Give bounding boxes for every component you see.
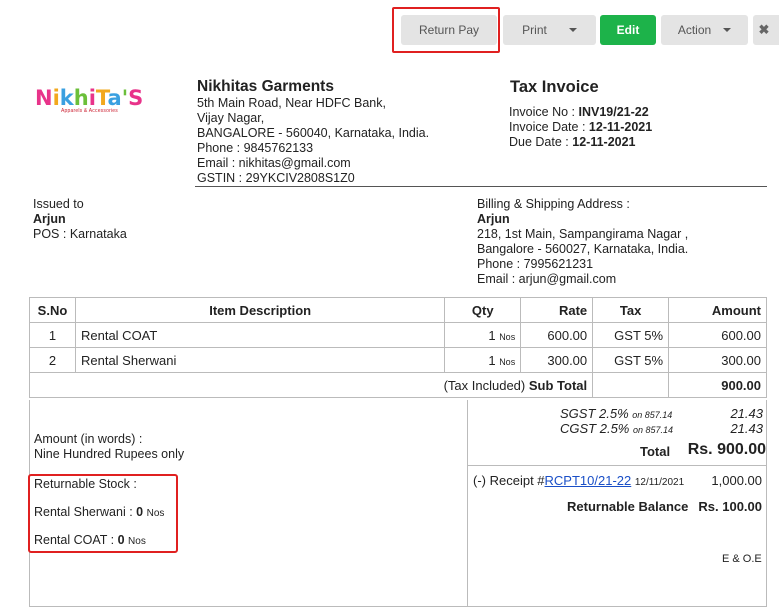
- company-address-1: 5th Main Road, Near HDFC Bank,: [197, 96, 386, 110]
- header-rate: Rate: [520, 297, 594, 323]
- subtotal-label: (Tax Included) Sub Total: [28, 372, 594, 398]
- return-pay-highlight: [392, 7, 500, 53]
- row-description: Rental Sherwani: [74, 347, 446, 373]
- company-phone: Phone : 9845762133: [197, 141, 314, 155]
- cgst-label: CGST 2.5% on 857.14: [560, 421, 674, 436]
- row-sno: 2: [29, 347, 76, 373]
- company-email: Email : nikhitas@gmail.com: [197, 156, 351, 170]
- receipt-line: (-) Receipt #RCPT10/21-22 12/11/2021: [473, 473, 685, 488]
- subtotal-empty: [592, 372, 670, 398]
- table-row: 2 Rental Sherwani 1 Nos 300.00 GST 5% 30…: [29, 347, 767, 373]
- company-gstin: GSTIN : 29YKCIV2808S1Z0: [197, 171, 355, 185]
- chevron-down-icon: [723, 28, 732, 32]
- billing-address-2: Bangalore - 560027, Karnataka, India.: [477, 242, 689, 256]
- receipt-amount: 1,000.00: [711, 473, 762, 488]
- row-qty: 1 Nos: [444, 322, 522, 348]
- row-amount: 300.00: [668, 347, 767, 373]
- close-icon: ✖: [758, 22, 770, 37]
- billing-email: Email : arjun@gmail.com: [477, 272, 617, 286]
- billing-address-1: 218, 1st Main, Sampangirama Nagar ,: [477, 227, 689, 241]
- sgst-value: 21.43: [730, 406, 763, 421]
- subtotal-value: 900.00: [668, 372, 767, 398]
- header-amount: Amount: [668, 297, 767, 323]
- issued-to-pos: POS : Karnataka: [33, 227, 127, 241]
- total-label: Total: [640, 444, 671, 459]
- header-sno: S.No: [29, 297, 76, 323]
- row-qty: 1 Nos: [444, 347, 522, 373]
- issued-to-label: Issued to: [33, 197, 84, 211]
- bottom-divider: [29, 606, 767, 607]
- billing-label: Billing & Shipping Address :: [477, 197, 630, 211]
- chevron-down-icon: [568, 28, 577, 32]
- returnable-balance-value: Rs. 100.00: [698, 499, 762, 514]
- row-sno: 1: [29, 322, 76, 348]
- invoice-title: Tax Invoice: [510, 78, 599, 96]
- table-header-row: S.No Item Description Qty Rate Tax Amoun…: [29, 297, 767, 323]
- action-button[interactable]: Action: [661, 15, 748, 45]
- row-description: Rental COAT: [74, 322, 446, 348]
- close-button[interactable]: ✖: [753, 15, 779, 45]
- print-label: Print: [522, 23, 547, 37]
- total-value: Rs. 900.00: [687, 441, 766, 458]
- eoe-note: E & O.E: [722, 553, 762, 565]
- invoice-date: Invoice Date : 12-11-2021: [509, 120, 653, 134]
- issued-to-name: Arjun: [33, 212, 66, 226]
- returnable-balance-label: Returnable Balance: [567, 499, 689, 514]
- row-tax: GST 5%: [592, 322, 670, 348]
- returnable-stock-title: Returnable Stock :: [34, 477, 137, 491]
- cgst-value: 21.43: [730, 421, 763, 436]
- header-qty: Qty: [444, 297, 522, 323]
- header-divider: [195, 186, 767, 187]
- row-amount: 600.00: [668, 322, 767, 348]
- header-tax: Tax: [592, 297, 670, 323]
- edit-button[interactable]: Edit: [600, 15, 656, 45]
- row-tax: GST 5%: [592, 347, 670, 373]
- returnable-item-coat: Rental COAT : 0 Nos: [34, 533, 146, 547]
- header-description: Item Description: [74, 297, 446, 323]
- table-row: 1 Rental COAT 1 Nos 600.00 GST 5% 600.00: [29, 322, 767, 348]
- row-rate: 600.00: [520, 322, 594, 348]
- print-button[interactable]: Print: [503, 15, 596, 45]
- receipt-link[interactable]: RCPT10/21-22: [545, 473, 632, 488]
- invoice-number: Invoice No : INV19/21-22: [509, 105, 649, 119]
- amount-words-label: Amount (in words) :: [34, 432, 143, 446]
- company-address-3: BANGALORE - 560040, Karnataka, India.: [197, 126, 430, 140]
- receipt-divider: [467, 465, 767, 466]
- company-name: Nikhitas Garments: [197, 78, 334, 95]
- amount-words-value: Nine Hundred Rupees only: [34, 447, 185, 461]
- items-table: S.No Item Description Qty Rate Tax Amoun…: [28, 297, 767, 398]
- company-logo: NikhiTa'S Apparels & Accessories: [35, 85, 153, 117]
- subtotal-row: (Tax Included) Sub Total 900.00: [28, 372, 767, 398]
- action-label: Action: [677, 23, 712, 37]
- svg-text:NikhiTa'S: NikhiTa'S: [35, 86, 143, 110]
- invoice-due-date: Due Date : 12-11-2021: [509, 135, 636, 149]
- row-rate: 300.00: [520, 347, 594, 373]
- billing-phone: Phone : 7995621231: [477, 257, 594, 271]
- returnable-item-sherwani: Rental Sherwani : 0 Nos: [34, 505, 165, 519]
- company-address-2: Vijay Nagar,: [197, 111, 265, 125]
- billing-name: Arjun: [477, 212, 510, 226]
- logo-tagline: Apparels & Accessories: [61, 108, 118, 114]
